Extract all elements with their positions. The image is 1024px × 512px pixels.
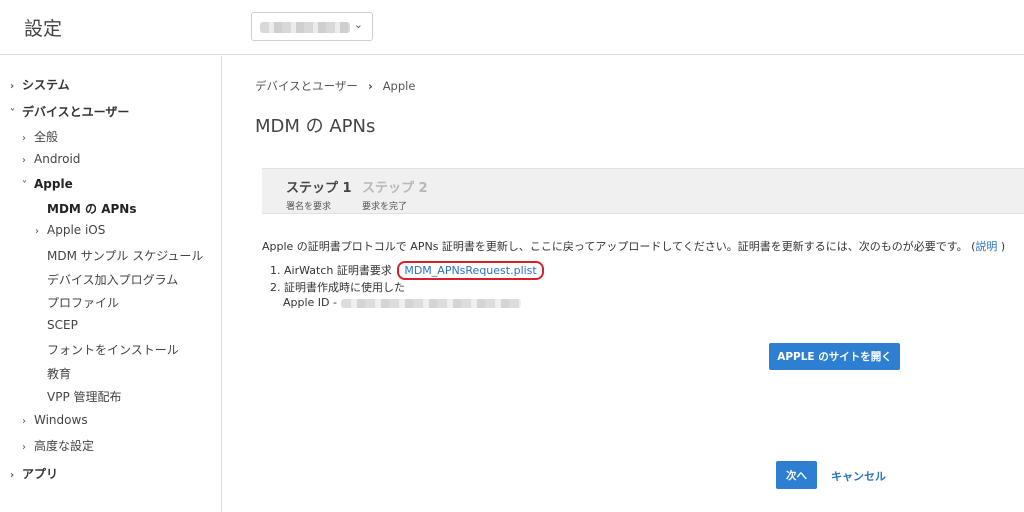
sidebar-item-label: プロファイル — [47, 296, 120, 310]
chevron-right-icon: › — [22, 155, 26, 166]
open-apple-site-button[interactable]: APPLE のサイトを開く — [769, 343, 900, 370]
step-indicator: ステップ 1 署名を要求 ステップ 2 要求を完了 — [262, 168, 1024, 214]
cancel-link[interactable]: キャンセル — [831, 468, 886, 484]
requirement-item-1: 1. AirWatch 証明書要求 MDM_APNsRequest.plist — [270, 261, 544, 280]
sidebar-item-apps[interactable]: › アプリ — [10, 465, 58, 482]
chevron-right-icon: › — [10, 81, 15, 92]
apple-id-row: Apple ID - — [283, 296, 521, 309]
instructions-close: ) — [997, 240, 1006, 253]
sidebar-item-install-fonts[interactable]: フォントをインストール — [47, 341, 179, 358]
sidebar-item-label: デバイスとユーザー — [22, 105, 130, 119]
requirement-1-label: 1. AirWatch 証明書要求 — [270, 264, 392, 277]
sidebar-item-label: 教育 — [47, 367, 72, 381]
requirement-2-label: 2. 証明書作成時に使用した — [270, 281, 405, 294]
instructions-body: Apple の証明書プロトコルで APNs 証明書を更新し、ここに戻ってアップロ… — [262, 240, 976, 253]
chevron-right-icon: › — [35, 226, 39, 237]
sidebar-item-vpp[interactable]: VPP 管理配布 — [47, 388, 122, 405]
breadcrumb: デバイスとユーザー › Apple — [255, 78, 415, 94]
apple-id-label: Apple ID - — [283, 296, 337, 309]
sidebar-item-label: 高度な設定 — [34, 439, 95, 453]
step-1-name: ステップ 1 — [286, 181, 352, 196]
explanation-link[interactable]: 説明 — [975, 240, 997, 253]
chevron-right-icon: › — [22, 133, 26, 144]
sidebar-item-label: Windows — [34, 413, 88, 427]
sidebar-item-mdm-sample-schedule[interactable]: MDM サンプル スケジュール — [47, 247, 203, 264]
chevron-right-icon: › — [10, 470, 15, 481]
sidebar-item-devices-users[interactable]: ˅ デバイスとユーザー — [10, 103, 129, 120]
sidebar-item-label: フォントをインストール — [47, 343, 179, 357]
sidebar-item-apple-ios[interactable]: › Apple iOS — [35, 223, 105, 237]
sidebar-item-advanced[interactable]: › 高度な設定 — [22, 437, 94, 454]
sidebar-nav: › システム ˅ デバイスとユーザー › 全般 › Android ˅ Apple MDM… — [0, 56, 222, 512]
sidebar-item-profiles[interactable]: プロファイル — [47, 294, 119, 311]
step-2-name: ステップ 2 — [362, 181, 428, 196]
organization-name-redacted — [260, 22, 350, 33]
organization-selector[interactable]: ⌄ — [251, 12, 373, 41]
sidebar-item-label: Apple iOS — [47, 223, 106, 237]
sidebar-item-label: システム — [22, 78, 70, 92]
sidebar-item-mdm-apns[interactable]: MDM の APNs — [47, 200, 136, 217]
step-2-subtitle: 要求を完了 — [362, 202, 408, 212]
sidebar-item-label: MDM の APNs — [47, 202, 137, 216]
sidebar-item-android[interactable]: › Android — [22, 152, 80, 166]
sidebar-item-windows[interactable]: › Windows — [22, 413, 88, 427]
header-bar: 設定 ⌄ — [0, 0, 1024, 55]
sidebar-item-device-enrollment[interactable]: デバイス加入プログラム — [47, 271, 178, 288]
instructions-text: Apple の証明書プロトコルで APNs 証明書を更新し、ここに戻ってアップロ… — [262, 238, 1005, 254]
sidebar-item-label: VPP 管理配布 — [47, 390, 122, 404]
step-1-subtitle: 署名を要求 — [286, 202, 332, 212]
app-title: 設定 — [24, 18, 63, 40]
chevron-right-icon: › — [22, 442, 26, 453]
chevron-down-icon: ⌄ — [353, 18, 363, 31]
step-2: ステップ 2 要求を完了 — [362, 177, 428, 212]
chevron-down-icon: ˅ — [10, 108, 15, 119]
sidebar-item-apple[interactable]: ˅ Apple — [22, 177, 73, 191]
chevron-right-icon: › — [22, 416, 26, 427]
plist-download-link[interactable]: MDM_APNsRequest.plist — [397, 261, 544, 280]
breadcrumb-parent[interactable]: デバイスとユーザー — [255, 79, 358, 93]
apple-id-redacted — [341, 298, 521, 308]
breadcrumb-current: Apple — [382, 79, 416, 93]
sidebar-item-scep[interactable]: SCEP — [47, 318, 78, 332]
sidebar-item-label: SCEP — [47, 318, 78, 332]
sidebar-item-label: デバイス加入プログラム — [47, 273, 179, 287]
requirement-item-2: 2. 証明書作成時に使用した — [270, 279, 405, 295]
sidebar-item-label: 全般 — [34, 130, 59, 144]
chevron-right-icon: › — [367, 79, 373, 93]
sidebar-item-education[interactable]: 教育 — [47, 365, 71, 382]
sidebar-item-system[interactable]: › システム — [10, 76, 70, 93]
sidebar-item-label: アプリ — [22, 467, 59, 481]
sidebar-item-general[interactable]: › 全般 — [22, 128, 58, 145]
sidebar-item-label: Android — [34, 152, 81, 166]
page-title: MDM の APNs — [255, 116, 376, 137]
chevron-down-icon: ˅ — [22, 180, 27, 191]
sidebar-item-label: Apple — [34, 177, 73, 191]
sidebar-item-label: MDM サンプル スケジュール — [47, 249, 204, 263]
step-1: ステップ 1 署名を要求 — [286, 177, 352, 212]
next-button[interactable]: 次へ — [776, 461, 817, 489]
